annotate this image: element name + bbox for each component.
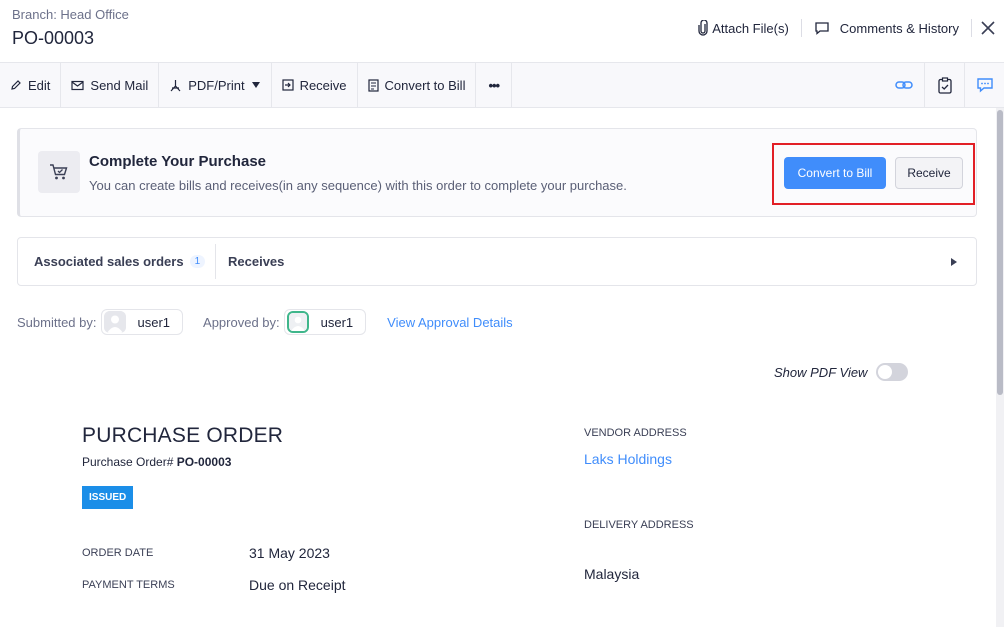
user-icon <box>288 313 307 331</box>
chat-icon <box>976 78 993 93</box>
pdf-view-switch[interactable] <box>876 363 909 381</box>
toolbar: Edit Send Mail PDF/Print Receive Convert… <box>0 62 1004 108</box>
expand-button[interactable] <box>950 255 958 270</box>
convert-to-bill-label: Convert to Bill <box>384 77 466 93</box>
caret-down-icon <box>251 82 260 88</box>
pdf-print-button[interactable]: PDF/Print <box>159 63 272 107</box>
avatar <box>286 311 309 333</box>
attach-files-button[interactable]: Attach File(s) <box>698 20 789 36</box>
convert-to-bill-button[interactable]: Convert to Bill <box>784 157 886 189</box>
triangle-right-icon <box>951 258 957 266</box>
mail-icon <box>71 80 85 90</box>
submitted-user-chip[interactable]: user1 <box>100 309 184 335</box>
receive-label: Receive <box>299 77 347 93</box>
toolbar-right-icons <box>884 63 1004 107</box>
scrollbar-thumb[interactable] <box>997 110 1003 395</box>
approval-info: Submitted by: user1 Approved by: user1 V… <box>17 309 513 335</box>
convert-to-bill-toolbar-button[interactable]: Convert to Bill <box>358 63 477 107</box>
more-options-button[interactable]: ••• <box>476 63 513 107</box>
payment-terms-value: Due on Receipt <box>249 577 346 593</box>
paperclip-icon <box>698 20 708 36</box>
pencil-icon <box>11 80 21 90</box>
tab-associated-sales-orders[interactable]: Associated sales orders 1 <box>34 238 206 285</box>
document-number-label: Purchase Order# <box>82 455 177 469</box>
page-title: PO-00003 <box>12 28 95 48</box>
checklist-button[interactable] <box>924 63 964 107</box>
complete-purchase-banner: Complete Your Purchase You can create bi… <box>17 128 977 217</box>
approved-user-name: user1 <box>320 314 354 330</box>
link-button[interactable] <box>884 63 924 107</box>
divider <box>215 244 216 279</box>
vendor-name-link[interactable]: Laks Holdings <box>584 451 672 467</box>
user-icon <box>103 311 126 333</box>
pdf-view-toggle: Show PDF View <box>774 362 909 382</box>
branch-label: Branch: Head Office <box>12 7 129 22</box>
delivery-country: Malaysia <box>584 566 640 582</box>
document-number-value: PO-00003 <box>176 455 232 469</box>
edit-button[interactable]: Edit <box>0 63 62 107</box>
comments-history-label: Comments & History <box>839 20 959 36</box>
chat-button[interactable] <box>964 63 1004 107</box>
header-actions: Attach File(s) Comments & History <box>698 14 1004 42</box>
count-badge: 1 <box>189 255 206 268</box>
link-icon <box>895 81 913 89</box>
send-mail-label: Send Mail <box>90 77 149 93</box>
clipboard-check-icon <box>937 76 952 94</box>
header: Branch: Head Office PO-00003 Attach File… <box>0 0 1004 62</box>
status-badge: ISSUED <box>82 486 134 509</box>
approved-by-label: Approved by: <box>203 314 280 330</box>
comments-history-button[interactable]: Comments & History <box>814 21 959 36</box>
receive-button[interactable]: Receive <box>895 157 963 189</box>
close-icon <box>981 21 995 35</box>
edit-label: Edit <box>28 77 51 93</box>
payment-terms-label: PAYMENT TERMS <box>82 579 175 591</box>
comment-icon <box>815 22 829 35</box>
order-date-value: 31 May 2023 <box>249 545 330 561</box>
receive-toolbar-button[interactable]: Receive <box>272 63 358 107</box>
divider <box>800 19 802 37</box>
bill-icon <box>367 78 379 92</box>
delivery-address-label: DELIVERY ADDRESS <box>584 519 694 531</box>
tab-receives[interactable]: Receives <box>228 238 284 285</box>
submitted-user-name: user1 <box>137 314 171 330</box>
banner-subtitle: You can create bills and receives(in any… <box>89 178 627 193</box>
tab-label: Receives <box>228 254 285 269</box>
banner-title: Complete Your Purchase <box>89 153 266 170</box>
attach-files-label: Attach File(s) <box>712 20 789 36</box>
send-mail-button[interactable]: Send Mail <box>61 63 160 107</box>
cart-icon <box>50 164 68 180</box>
vendor-address-label: VENDOR ADDRESS <box>584 427 687 439</box>
close-button[interactable] <box>972 14 1004 42</box>
view-approval-details-link[interactable]: View Approval Details <box>387 315 513 330</box>
pdf-icon <box>170 79 181 91</box>
cart-icon-container <box>38 151 80 193</box>
associations-strip: Associated sales orders 1 Receives <box>17 237 977 286</box>
pdf-view-label: Show PDF View <box>774 364 868 380</box>
receive-icon <box>281 79 294 91</box>
order-date-label: ORDER DATE <box>82 547 154 559</box>
approved-user-chip[interactable]: user1 <box>283 309 367 335</box>
tab-label: Associated sales orders <box>34 254 184 269</box>
more-options-label: ••• <box>488 77 500 93</box>
document-number: Purchase Order# PO-00003 <box>82 455 231 469</box>
submitted-by-label: Submitted by: <box>17 314 97 330</box>
avatar <box>103 311 126 333</box>
pdf-print-label: PDF/Print <box>188 77 245 93</box>
document-title: PURCHASE ORDER <box>82 424 284 447</box>
